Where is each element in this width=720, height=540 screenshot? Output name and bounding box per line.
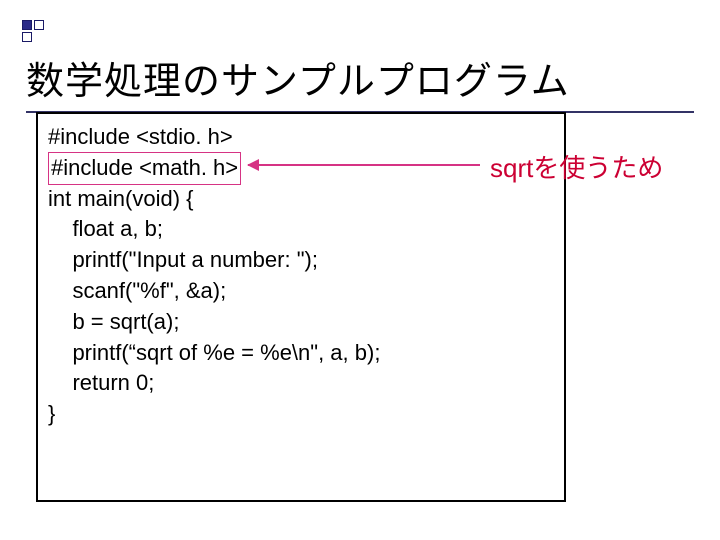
code-line: float a, b;: [48, 214, 554, 245]
code-line: #include <stdio. h>: [48, 122, 554, 153]
code-line: return 0;: [48, 368, 554, 399]
slide-marker-icon: [22, 20, 44, 42]
code-line-highlighted: #include <math. h>: [48, 153, 554, 184]
title-row: 数学処理のサンプルプログラム: [26, 50, 694, 113]
code-line: b = sqrt(a);: [48, 307, 554, 338]
arrow-icon: [248, 164, 480, 166]
code-line: int main(void) {: [48, 184, 554, 215]
annotation-label: sqrtを使うため: [490, 148, 663, 185]
code-line: }: [48, 399, 554, 430]
code-sample-box: #include <stdio. h> #include <math. h> i…: [36, 112, 566, 502]
code-line: printf("Input a number: ");: [48, 245, 554, 276]
code-line: printf(“sqrt of %e = %e\n", a, b);: [48, 338, 554, 369]
code-line: scanf("%f", &a);: [48, 276, 554, 307]
slide-title: 数学処理のサンプルプログラム: [26, 50, 694, 105]
include-math-highlight: #include <math. h>: [48, 152, 241, 185]
